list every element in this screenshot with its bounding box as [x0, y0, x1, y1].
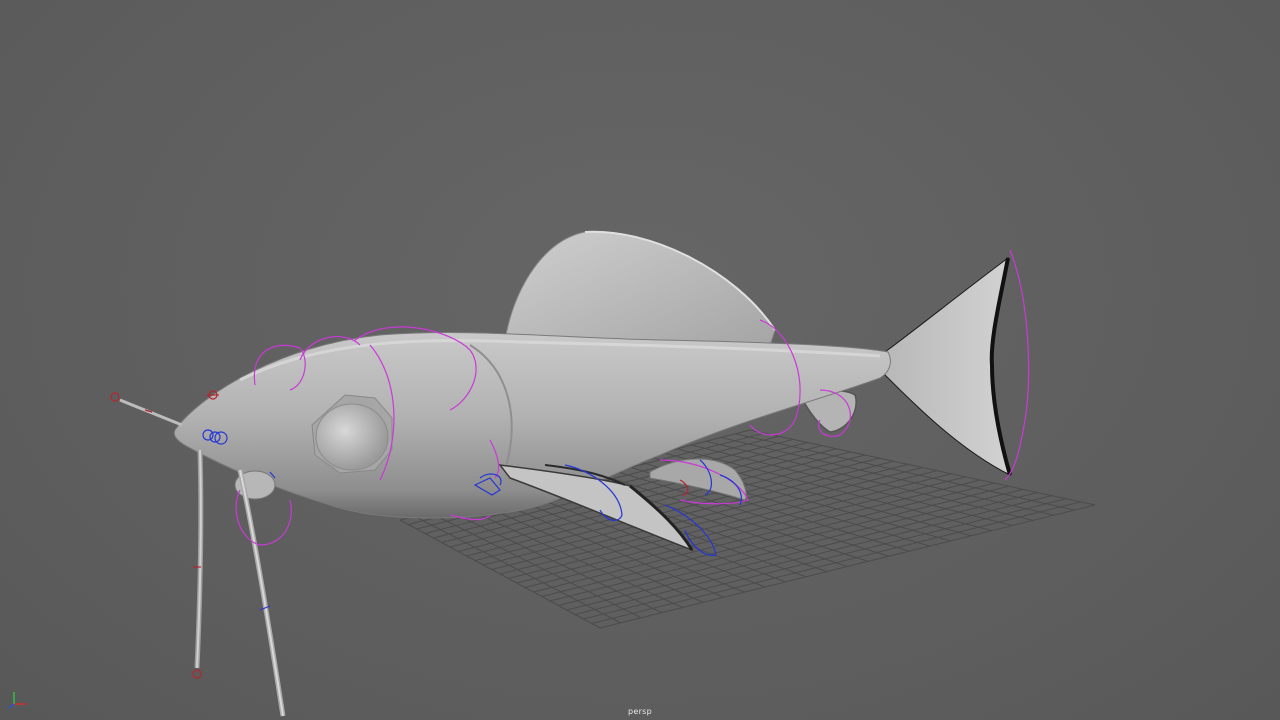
scene-canvas[interactable]	[0, 0, 1280, 720]
dorsal-fin[interactable]	[504, 231, 776, 346]
eye-ball[interactable]	[315, 403, 389, 471]
snout-rod[interactable]	[119, 398, 183, 427]
snout-tip-ctrl[interactable]	[110, 392, 120, 402]
camera-name-label: persp	[627, 707, 653, 716]
tail-ctrl[interactable]	[1004, 249, 1030, 481]
fish-body[interactable]	[173, 332, 891, 519]
left-barbel-tip-ctrl[interactable]	[192, 669, 202, 679]
maya-perspective-viewport[interactable]: persp	[0, 0, 1280, 720]
